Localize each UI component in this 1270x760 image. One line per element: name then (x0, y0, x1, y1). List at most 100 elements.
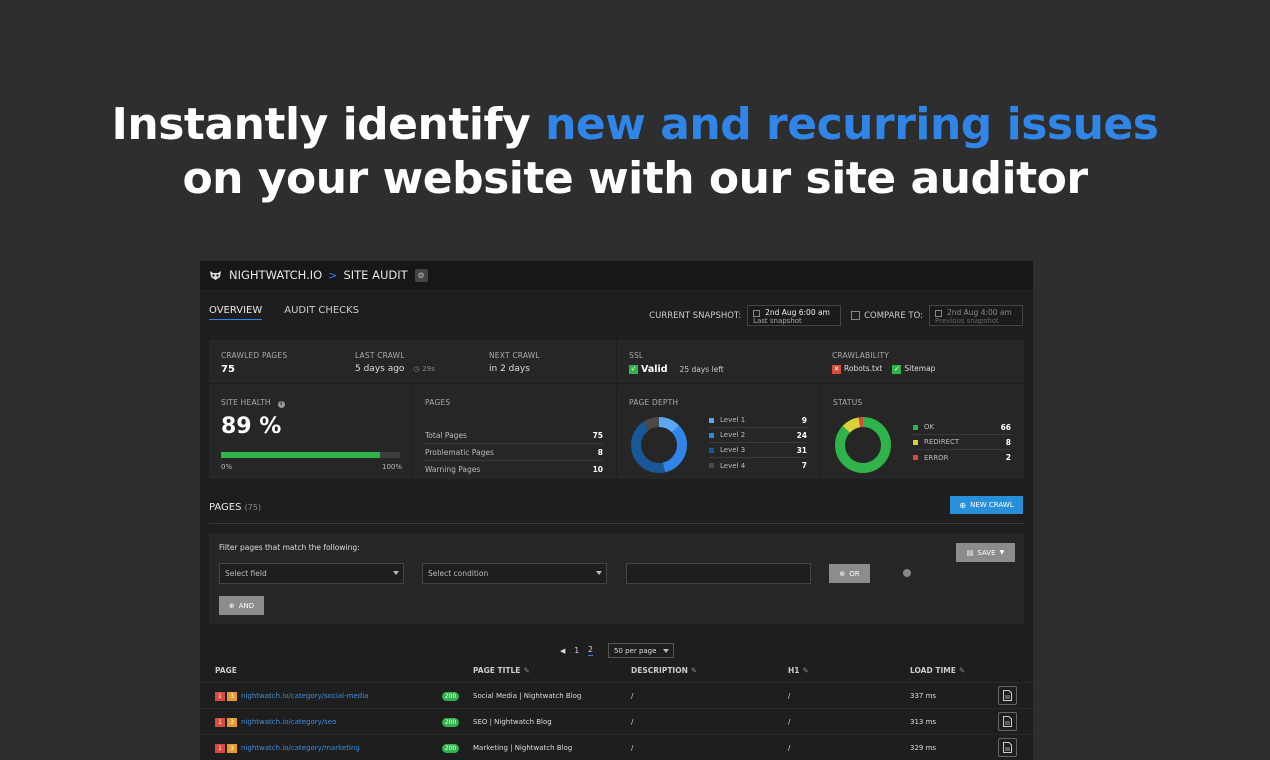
pages-summary-item-value: 10 (592, 465, 603, 474)
chevron-down-icon (393, 571, 399, 575)
table-row[interactable]: 1 3 nightwatch.io/category/seo 200 SEO | N… (200, 708, 1033, 734)
remove-condition-icon[interactable] (903, 569, 911, 577)
owl-logo-icon (210, 270, 221, 280)
filter-panel: Filter pages that match the following: S… (209, 534, 1024, 624)
page-url-link[interactable]: nightwatch.io/category/marketing (241, 744, 360, 752)
page-url-link[interactable]: nightwatch.io/category/seo (241, 718, 336, 726)
table-row[interactable]: 1 3 nightwatch.io/category/social-media 20… (200, 682, 1033, 708)
column-header-description[interactable]: DESCRIPTION ✎ (631, 666, 697, 675)
per-page-value: 50 per page (613, 646, 657, 655)
status-legend: OK 66 REDIRECT 8 ERROR 2 (913, 420, 1011, 465)
site-health-label: SITE HEALTH (221, 398, 271, 407)
edit-icon[interactable]: ✎ (523, 666, 529, 675)
health-min-label: 0% (221, 463, 233, 471)
ssl-days-left: 25 days left (679, 365, 724, 374)
page-cell: 1 3 nightwatch.io/category/marketing (215, 744, 360, 753)
plus-icon: ⊕ (959, 500, 967, 510)
legend-label: REDIRECT (924, 438, 960, 446)
description-cell: / (631, 692, 634, 700)
h1-cell: / (788, 744, 791, 752)
select-field-value: Select field (225, 569, 267, 578)
page-title-cell: Marketing | Nightwatch Blog (473, 744, 573, 752)
pages-summary-item-label: Problematic Pages (425, 447, 494, 457)
page-title-cell: SEO | Nightwatch Blog (473, 718, 552, 726)
page-cell: 1 3 nightwatch.io/category/seo (215, 718, 336, 727)
robots-status: Robots.txt (844, 364, 883, 373)
status-code-badge: 200 (442, 718, 459, 727)
or-button[interactable]: ⊕ OR (829, 564, 870, 583)
error-count-badge: 1 (215, 744, 225, 753)
or-label: OR (849, 569, 860, 578)
top-bar: NIGHTWATCH.IO > SITE AUDIT ⚙ (200, 261, 1033, 289)
crawled-pages-label: CRAWLED PAGES (221, 351, 288, 360)
next-crawl-value: in 2 days (489, 364, 530, 374)
table-row[interactable]: 1 3 nightwatch.io/category/marketing 200 M… (200, 734, 1033, 760)
page-depth-legend: Level 1 9 Level 2 24 Level 3 31 Level 4 7 (709, 413, 807, 473)
status-donut-chart (835, 417, 891, 473)
brand-link[interactable]: NIGHTWATCH.IO (229, 268, 322, 282)
select-field-dropdown[interactable]: Select field (219, 563, 404, 584)
chevron-left-icon[interactable]: ◀ (560, 647, 565, 655)
column-header-label: DESCRIPTION (631, 666, 688, 675)
column-header-page[interactable]: PAGE (215, 666, 237, 675)
legend-swatch (709, 447, 714, 453)
new-crawl-button[interactable]: ⊕ NEW CRAWL (950, 496, 1023, 514)
ssl-value: Valid (641, 364, 668, 375)
clock-icon: ◷ (413, 365, 420, 373)
filter-value-input[interactable] (626, 563, 811, 584)
snapshot-controls: CURRENT SNAPSHOT: 2nd Aug 6:00 am Last s… (649, 305, 1023, 326)
save-label: SAVE (977, 548, 996, 557)
calendar-icon (935, 310, 942, 317)
tab-overview[interactable]: OVERVIEW (209, 305, 263, 320)
page-report-button[interactable] (998, 686, 1017, 705)
column-header-h1[interactable]: H1 ✎ (788, 666, 809, 675)
select-condition-dropdown[interactable]: Select condition (422, 563, 607, 584)
current-snapshot-sub: Last snapshot (753, 317, 802, 325)
stats-row: CRAWLED PAGES 75 LAST CRAWL 5 days ago ◷… (209, 340, 1024, 384)
hero-line-2: on your website with our site auditor (182, 153, 1088, 204)
legend-label: Level 1 (720, 416, 746, 424)
page-depth-legend-item: Level 4 7 (709, 458, 807, 473)
tab-audit-checks[interactable]: AUDIT CHECKS (284, 305, 359, 320)
column-header-label: PAGE (215, 666, 237, 675)
save-button[interactable]: ▤ SAVE ▼ (956, 543, 1015, 562)
edit-icon[interactable]: ✎ (803, 666, 809, 675)
column-header-label: H1 (788, 666, 800, 675)
current-snapshot-picker[interactable]: 2nd Aug 6:00 am Last snapshot (747, 305, 842, 326)
column-header-page-title[interactable]: PAGE TITLE ✎ (473, 666, 530, 675)
divider (616, 340, 617, 384)
page-url-link[interactable]: nightwatch.io/category/social-media (241, 692, 368, 700)
hero-line-1: Instantly identify new and recurring iss… (0, 98, 1270, 152)
page-title-cell: Social Media | Nightwatch Blog (473, 692, 582, 700)
page-depth-legend-item: Level 1 9 (709, 413, 807, 428)
pagination: ◀ 1 2 50 per page (560, 643, 674, 658)
and-label: AND (238, 601, 255, 610)
status-card: STATUS OK 66 REDIRECT 8 ERROR 2 (821, 385, 1024, 479)
page-depth-label: PAGE DEPTH (629, 398, 679, 407)
page-1-link[interactable]: 1 (574, 646, 579, 655)
edit-icon[interactable]: ✎ (691, 666, 697, 675)
page-report-button[interactable] (998, 712, 1017, 731)
legend-swatch (709, 432, 714, 438)
per-page-select[interactable]: 50 per page (607, 643, 674, 658)
page-2-link[interactable]: 2 (588, 645, 593, 656)
last-crawl-label: LAST CRAWL (355, 351, 405, 360)
compare-snapshot-picker[interactable]: 2nd Aug 4:00 am Previous snapshot (929, 305, 1023, 326)
pages-summary-card: PAGES Total Pages 75 Problematic Pages 8 W… (413, 385, 616, 479)
app-window: NIGHTWATCH.IO > SITE AUDIT ⚙ OVERVIEW AU… (200, 261, 1033, 760)
warning-count-badge: 3 (227, 718, 237, 727)
status-label: STATUS (833, 398, 863, 407)
compare-checkbox[interactable] (851, 311, 861, 320)
edit-icon[interactable]: ✎ (959, 666, 965, 675)
gear-icon[interactable]: ⚙ (414, 268, 428, 282)
and-button[interactable]: ⊕ AND (219, 596, 264, 615)
page-report-button[interactable] (998, 738, 1017, 757)
ssl-row: ✓ Valid 25 days left (629, 364, 724, 375)
column-header-load-time[interactable]: LOAD TIME ✎ (910, 666, 965, 675)
legend-value: 24 (796, 430, 807, 440)
crawlability-row: ✕ Robots.txt ✓ Sitemap (832, 364, 935, 374)
page-depth-donut-chart (631, 417, 687, 473)
legend-swatch (913, 455, 918, 460)
last-crawl-timer: 29s (422, 365, 435, 373)
info-icon[interactable]: i (277, 401, 285, 408)
